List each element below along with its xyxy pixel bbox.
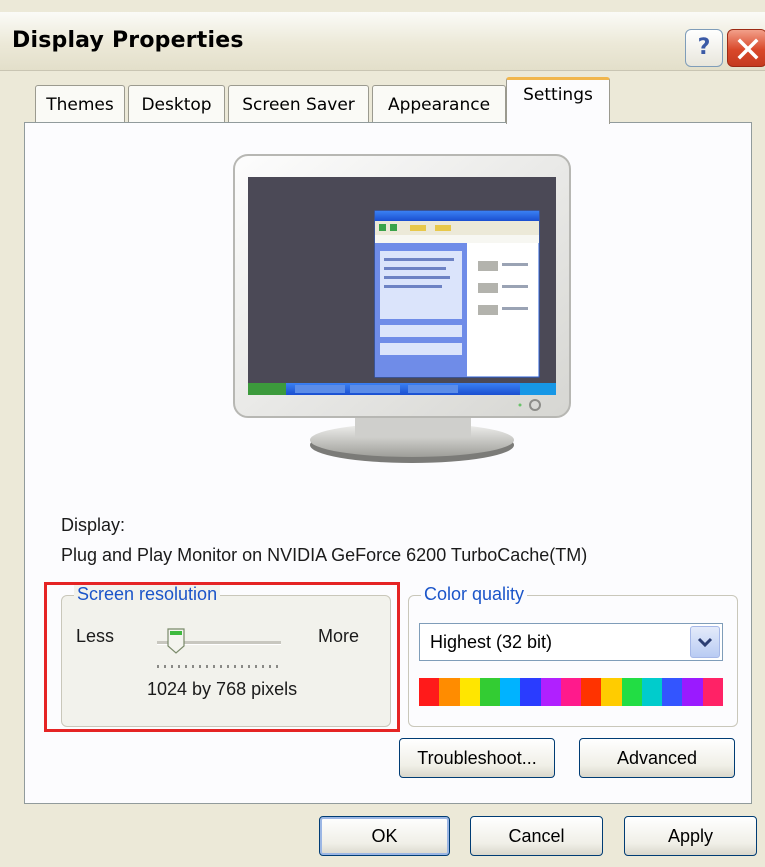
- window-title: Display Properties: [12, 28, 244, 53]
- color-quality-legend: Color quality: [421, 584, 528, 605]
- less-label: Less: [76, 626, 115, 646]
- monitor-preview-image: [233, 154, 571, 463]
- color-swatch: [560, 678, 582, 706]
- screen-resolution-group: Screen resolution Less More 1024 by 768 …: [61, 584, 391, 727]
- help-button[interactable]: ?: [685, 29, 723, 67]
- settings-tab-panel: Display: Plug and Play Monitor on NVIDIA…: [24, 122, 752, 804]
- color-swatch: [439, 678, 460, 706]
- advanced-button[interactable]: Advanced: [579, 738, 735, 778]
- color-quality-group: Color quality Highest (32 bit): [408, 584, 738, 727]
- color-swatch: [702, 678, 723, 706]
- troubleshoot-button[interactable]: Troubleshoot...: [399, 738, 555, 778]
- color-quality-selected: Highest (32 bit): [430, 632, 553, 652]
- ok-button[interactable]: OK: [319, 816, 450, 856]
- display-device-name: Plug and Play Monitor on NVIDIA GeForce …: [61, 545, 588, 565]
- apply-button[interactable]: Apply: [624, 816, 757, 856]
- color-swatch: [641, 678, 663, 706]
- close-button[interactable]: [727, 29, 765, 67]
- cancel-button[interactable]: Cancel: [470, 816, 603, 856]
- color-swatch: [419, 678, 440, 706]
- color-swatch: [459, 678, 480, 706]
- color-swatch: [500, 678, 521, 706]
- color-swatch: [601, 678, 622, 706]
- tab-desktop[interactable]: Desktop: [128, 85, 225, 123]
- color-swatch: [621, 678, 642, 706]
- more-label: More: [318, 626, 360, 646]
- title-bar[interactable]: Display Properties ?: [0, 12, 765, 71]
- color-swatch: [479, 678, 501, 706]
- display-properties-window: Display Properties ? Themes Desktop Scre…: [0, 0, 765, 867]
- tab-appearance[interactable]: Appearance: [372, 85, 506, 123]
- tab-themes[interactable]: Themes: [35, 85, 125, 123]
- color-quality-preview: [419, 678, 723, 706]
- resolution-value: 1024 by 768 pixels: [147, 679, 298, 699]
- screen-resolution-legend: Screen resolution: [74, 584, 221, 605]
- resolution-slider-thumb[interactable]: [166, 628, 185, 654]
- close-icon: [737, 38, 759, 60]
- color-swatch: [662, 678, 683, 706]
- chevron-down-icon[interactable]: [690, 626, 720, 658]
- tab-settings[interactable]: Settings: [506, 77, 610, 124]
- color-swatch: [520, 678, 541, 706]
- tab-screen-saver[interactable]: Screen Saver: [228, 85, 369, 123]
- display-label: Display:: [61, 515, 126, 535]
- monitor-preview: [230, 153, 590, 483]
- color-swatch: [581, 678, 602, 706]
- color-quality-select[interactable]: Highest (32 bit): [419, 623, 723, 661]
- color-swatch: [682, 678, 703, 706]
- color-swatch: [540, 678, 561, 706]
- resolution-slider-ticks: [157, 665, 281, 668]
